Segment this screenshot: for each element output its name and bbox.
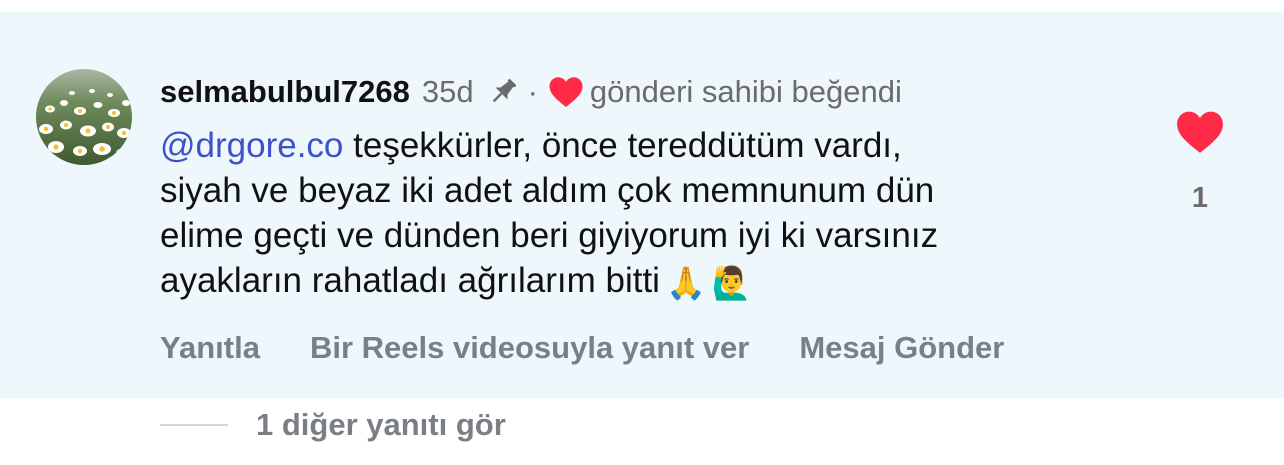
timestamp: 35d: [421, 74, 474, 109]
replies-divider: [160, 424, 228, 426]
comment-line-2: siyah ve beyaz iki adet aldım çok memnun…: [160, 171, 935, 210]
send-message-button[interactable]: Mesaj Gönder: [799, 330, 1004, 366]
view-replies-label: 1 diğer yanıtı gör: [256, 407, 506, 442]
heart-filled-icon: [1177, 111, 1223, 153]
view-replies-button[interactable]: 1 diğer yanıtı gör: [160, 405, 506, 445]
avatar[interactable]: [36, 69, 132, 165]
comment-text: @drgore.co teşekkürler, önce tereddütüm …: [160, 123, 1120, 306]
like-button[interactable]: [1174, 108, 1226, 156]
mention-link[interactable]: @drgore.co: [160, 126, 343, 165]
reply-button[interactable]: Yanıtla: [160, 330, 260, 366]
author-liked-label: gönderi sahibi beğendi: [589, 74, 902, 109]
raising-hand-emoji: 🙋‍♂️: [711, 265, 752, 301]
pin-icon: [486, 75, 520, 109]
like-count: 1: [1191, 182, 1209, 214]
comment-line-1-text: teşekkürler, önce tereddütüm vardı,: [343, 126, 902, 165]
comment-line-3: elime geçti ve dünden beri giyiyorum iyi…: [160, 216, 939, 255]
avatar-daisy-photo: [36, 69, 132, 165]
author-liked-heart-icon: [548, 75, 584, 109]
comment-line-4: ayakların rahatladı ağrılarım bitti 🙏 🙋‍♂️: [160, 258, 1120, 306]
comment-line-1: @drgore.co teşekkürler, önce tereddütüm …: [160, 123, 1120, 168]
reels-reply-button[interactable]: Bir Reels videosuyla yanıt ver: [310, 330, 749, 366]
separator-dot: ·: [527, 74, 538, 109]
comment-card: selmabulbul7268 35d · gönderi sahibi beğ…: [0, 12, 1284, 398]
comment-line-4-text: ayakların rahatladı ağrılarım bitti: [160, 261, 660, 300]
comment-actions: Yanıtla Bir Reels videosuyla yanıt ver M…: [160, 328, 1004, 368]
pray-emoji: 🙏: [665, 265, 706, 301]
comment-header: selmabulbul7268 35d · gönderi sahibi beğ…: [160, 72, 902, 112]
username[interactable]: selmabulbul7268: [160, 74, 410, 110]
